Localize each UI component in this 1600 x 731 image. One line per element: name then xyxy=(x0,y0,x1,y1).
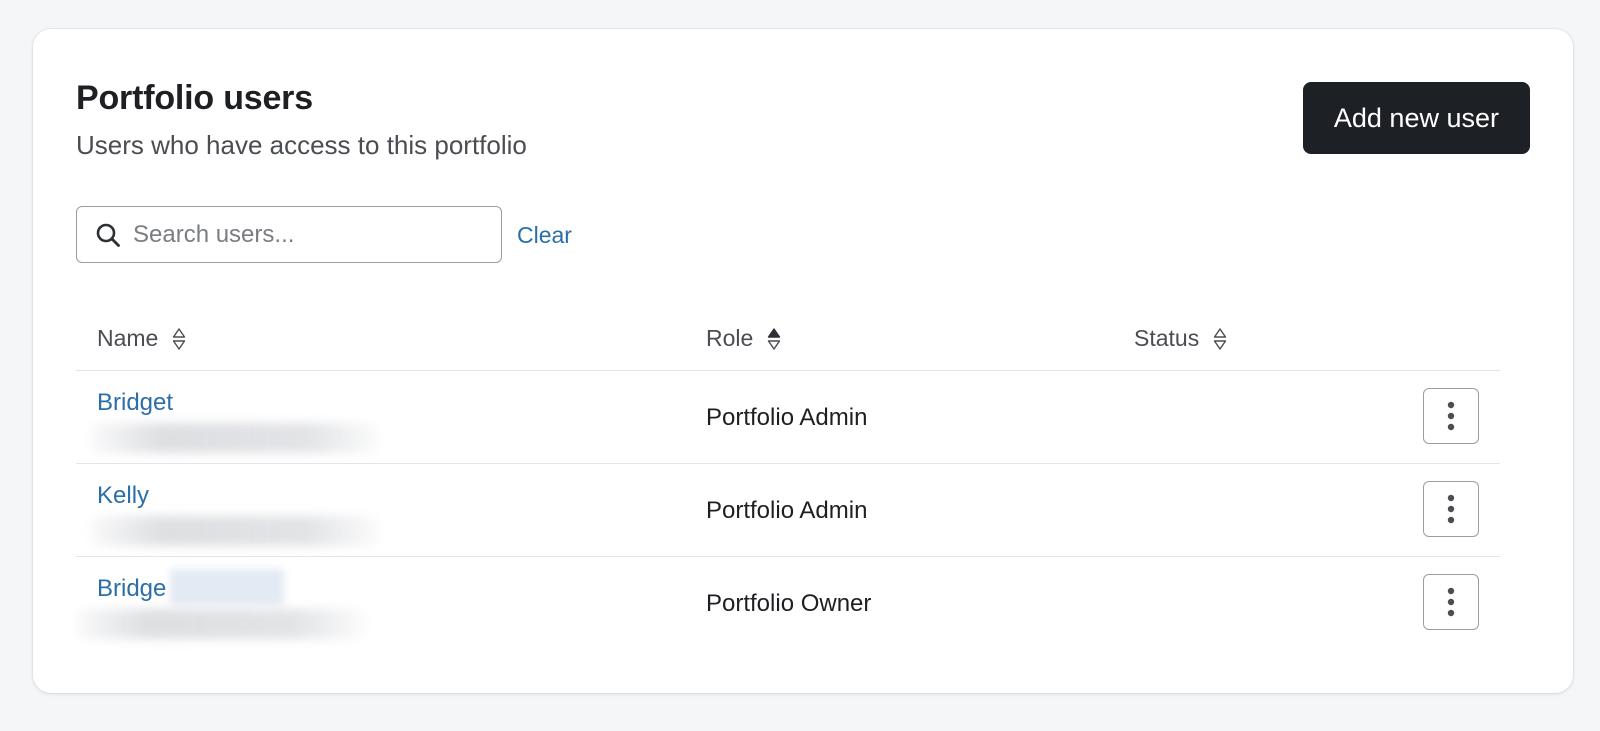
redacted-name-part xyxy=(170,569,284,605)
column-header-label: Name xyxy=(97,325,159,351)
table-row: Bridget Portfolio Admin xyxy=(76,371,1500,464)
search-icon xyxy=(95,222,121,248)
redacted-email xyxy=(90,423,380,453)
user-name-link[interactable]: Bridge xyxy=(97,575,166,603)
column-header-status[interactable]: Status xyxy=(1134,325,1227,352)
column-header-role[interactable]: Role xyxy=(706,325,781,352)
table-body: Bridget Portfolio Admin Kelly Portfolio … xyxy=(76,371,1500,650)
user-name-link[interactable]: Bridget xyxy=(97,389,173,417)
users-table: Name Role Status Bridget Portfolio Admin… xyxy=(76,309,1500,639)
more-vertical-icon xyxy=(1447,494,1455,524)
portfolio-users-card: Portfolio users Users who have access to… xyxy=(33,29,1573,693)
column-header-label: Role xyxy=(706,325,754,351)
more-vertical-icon xyxy=(1447,401,1455,431)
row-actions-button[interactable] xyxy=(1423,481,1479,537)
search-field[interactable] xyxy=(76,206,502,263)
row-actions-button[interactable] xyxy=(1423,574,1479,630)
redacted-email xyxy=(90,516,380,546)
page-title: Portfolio users xyxy=(76,79,313,117)
redacted-email xyxy=(76,609,366,639)
table-header: Name Role Status xyxy=(76,309,1500,371)
page-subtitle: Users who have access to this portfolio xyxy=(76,130,527,160)
user-role: Portfolio Owner xyxy=(706,590,872,617)
clear-search-link[interactable]: Clear xyxy=(517,222,572,249)
user-name-link[interactable]: Kelly xyxy=(97,482,149,510)
user-role: Portfolio Admin xyxy=(706,497,868,524)
sort-icon xyxy=(1213,327,1227,351)
user-role: Portfolio Admin xyxy=(706,404,868,431)
column-header-label: Status xyxy=(1134,325,1200,351)
more-vertical-icon xyxy=(1447,587,1455,617)
table-row: Bridge Portfolio Owner xyxy=(76,557,1500,650)
add-new-user-button[interactable]: Add new user xyxy=(1302,82,1530,154)
sort-icon xyxy=(172,327,186,351)
table-row: Kelly Portfolio Admin xyxy=(76,464,1500,557)
search-input[interactable] xyxy=(133,220,473,249)
row-actions-button[interactable] xyxy=(1423,388,1479,444)
column-header-name[interactable]: Name xyxy=(97,325,186,352)
sort-ascending-icon xyxy=(767,327,781,351)
